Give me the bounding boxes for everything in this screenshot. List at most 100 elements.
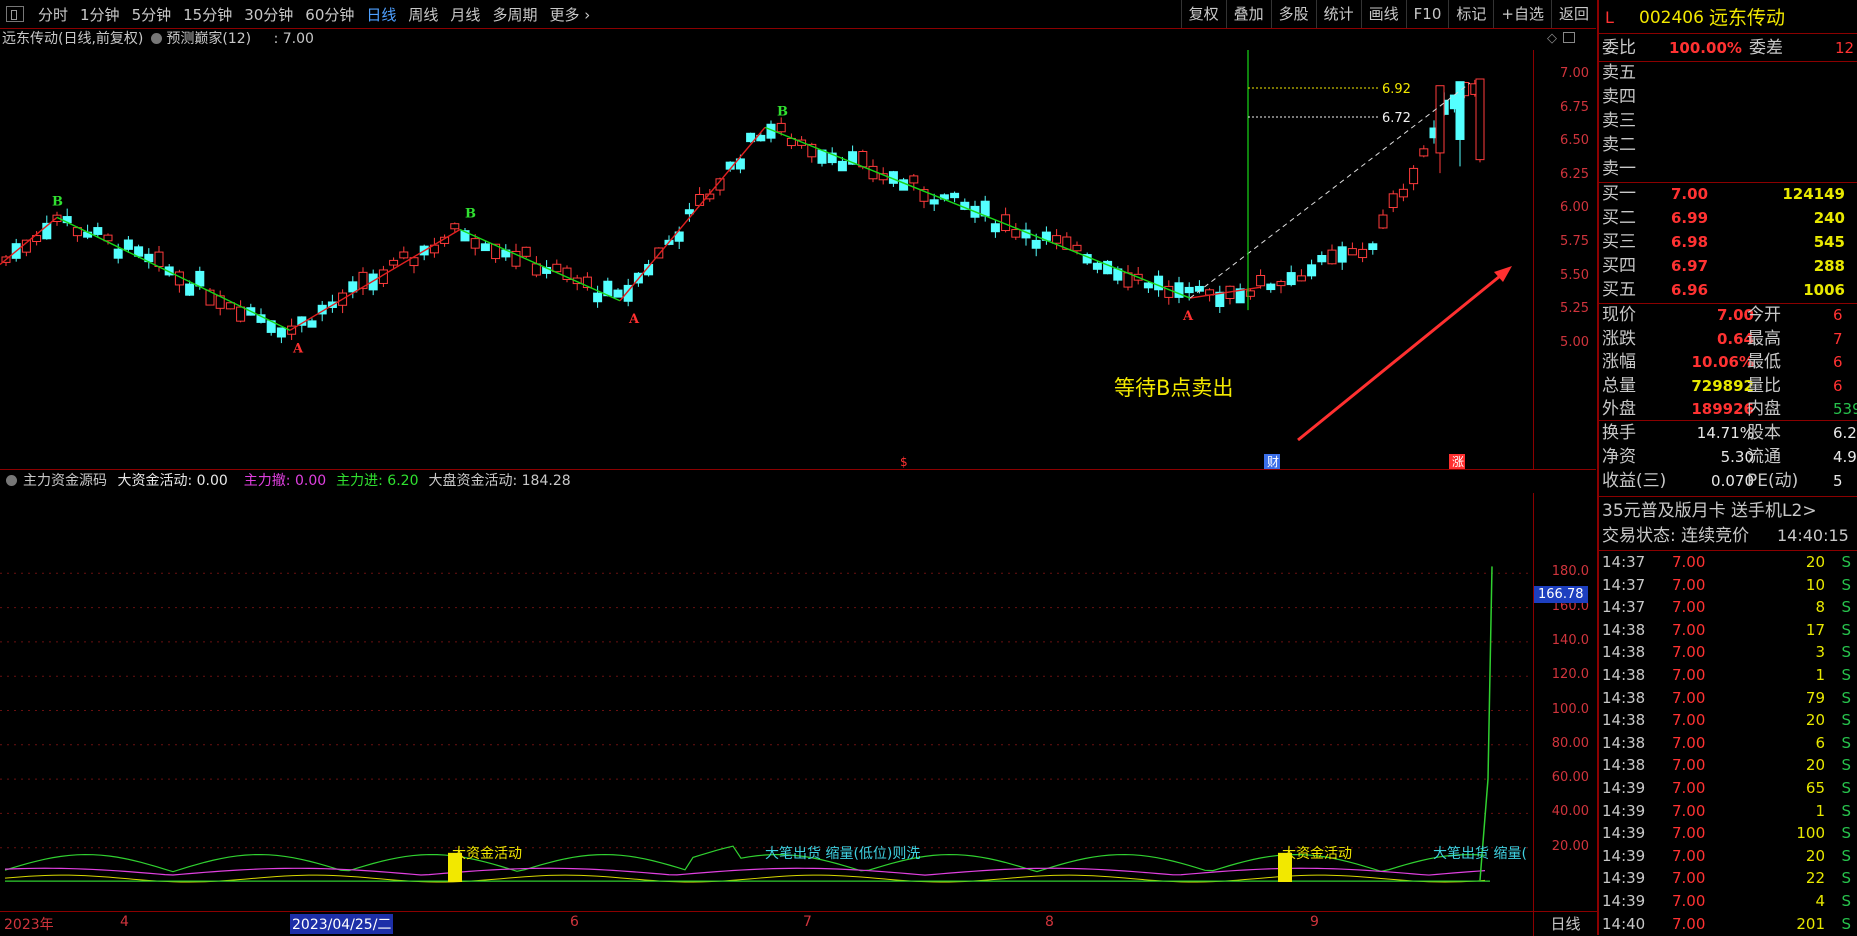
tab-8[interactable]: 月线 [444, 4, 486, 25]
quote-stat-row: 收益(三) 0.070 PE(动) 5 [1599, 470, 1857, 492]
stat-label: 外盘 [1602, 399, 1636, 419]
indicator-toggle-icon[interactable] [6, 475, 17, 486]
price-tick-label: 5.50 [1560, 267, 1589, 283]
tick-row: 14:37 7.00 10 S [1599, 574, 1857, 597]
tick-price: 7.00 [1672, 801, 1706, 820]
trend-segment [619, 126, 766, 302]
buy-level-label: 买二 [1602, 208, 1636, 228]
indicator-chart[interactable]: 大资金活动 大笔出货 缩量(低位)则洗 大资金活动 大笔出货 缩量( [0, 493, 1533, 911]
stat-label: 最高 [1747, 328, 1781, 349]
tick-time: 14:38 [1602, 756, 1646, 775]
tick-row: 14:38 7.00 17 S [1599, 619, 1857, 642]
period-toolbar: 分时 1分钟 5分钟 15分钟 30分钟 60分钟 日线 周线 月线 多周期 更多 › 复权 叠加 多股… [0, 0, 1596, 29]
tick-price: 7.00 [1672, 892, 1706, 910]
stat-label: 内盘 [1747, 399, 1781, 419]
candle [1307, 259, 1317, 280]
promo-link[interactable]: 35元普及版月卡 送手机L2> [1602, 499, 1817, 523]
tick-side: S [1841, 575, 1851, 594]
tick-row: 14:38 7.00 20 S [1599, 754, 1857, 777]
tick-volume: 100 [1796, 824, 1825, 843]
period-label[interactable]: 日线 [1533, 911, 1597, 936]
price-tick-label: 6.25 [1560, 166, 1589, 182]
stat-value: 6 [1833, 306, 1843, 324]
buy-level-volume: 240 [1813, 209, 1845, 227]
tick-volume: 6 [1815, 733, 1825, 752]
tick-time: 14:39 [1602, 869, 1646, 888]
date-axis: 2023年 4 2023/04/25/二 6 7 8 9 [0, 911, 1533, 936]
tab-2[interactable]: 5分钟 [126, 4, 178, 25]
tool-button-3[interactable]: 统计 [1315, 0, 1361, 28]
tab-3[interactable]: 15分钟 [177, 4, 238, 25]
tool-button-0[interactable]: 复权 [1180, 0, 1226, 28]
tab-1[interactable]: 1分钟 [74, 4, 126, 25]
tab-5[interactable]: 60分钟 [299, 4, 360, 25]
sell-level-label: 卖一 [1602, 159, 1636, 179]
buy-a-marker: A [628, 312, 640, 327]
tab-0[interactable]: 分时 [32, 4, 74, 25]
candle [144, 248, 154, 269]
restore-icon[interactable] [1563, 32, 1575, 43]
stat-value: 539 [1833, 400, 1857, 418]
annotation-text: 等待B点卖出 [1114, 376, 1233, 400]
event-badge[interactable]: 财 [1267, 455, 1279, 469]
tick-volume: 1 [1815, 666, 1825, 684]
tick-time: 14:37 [1602, 575, 1646, 594]
tool-button-7[interactable]: +自选 [1493, 0, 1551, 28]
candle [1337, 241, 1347, 270]
candle [1409, 165, 1419, 191]
trade-time: 14:40:15 [1777, 526, 1849, 545]
candle [1327, 244, 1337, 265]
market-mark: L [1605, 8, 1614, 27]
event-badge[interactable]: $ [900, 455, 908, 469]
date-label: 9 [1310, 914, 1319, 930]
tick-row: 14:38 7.00 1 S [1599, 664, 1857, 687]
stock-title: 远东传动(日线,前复权) [2, 31, 144, 47]
candle [623, 278, 633, 307]
tab-4[interactable]: 30分钟 [238, 4, 299, 25]
tick-time: 14:37 [1602, 598, 1646, 617]
indicator-name[interactable]: 预测巅家(12) [166, 31, 251, 47]
signal-annotation: 大资金活动 [452, 846, 522, 862]
tick-row: 14:39 7.00 4 S [1599, 890, 1857, 913]
price-tick-label: 6.50 [1560, 133, 1589, 149]
tool-button-8[interactable]: 返回 [1550, 0, 1596, 28]
tab-7[interactable]: 周线 [402, 4, 444, 25]
indicator-name[interactable]: 主力资金源码 [23, 473, 107, 489]
trend-segment [56, 216, 291, 331]
tick-row: 14:38 7.00 20 S [1599, 709, 1857, 732]
sell-level-row: 卖二 [1599, 134, 1857, 156]
tick-row: 14:37 7.00 20 S [1599, 551, 1857, 574]
price-chart[interactable]: 6.92 6.72 B B B A A A $ 财 涨 等待B点卖出 [0, 50, 1533, 470]
menu-icon[interactable] [6, 6, 24, 22]
indicator-item: 主力进: 6.20 [336, 473, 419, 489]
candle [1276, 279, 1286, 294]
indicator-item: 大资金活动: 0.00 [117, 473, 228, 489]
candle [1225, 285, 1235, 305]
candle [613, 288, 623, 298]
main-out-line [4, 867, 1486, 876]
stat-value: 6.2 [1833, 424, 1857, 442]
tick-volume: 3 [1815, 643, 1825, 662]
tab-10[interactable]: 更多 › [543, 4, 596, 25]
weibi-label: 委比 [1602, 38, 1636, 58]
tick-row: 14:39 7.00 20 S [1599, 845, 1857, 868]
tick-price: 7.00 [1672, 733, 1706, 752]
tab-9[interactable]: 多周期 [486, 4, 543, 25]
tool-button-2[interactable]: 多股 [1270, 0, 1316, 28]
candle [1317, 251, 1327, 266]
candle [1419, 145, 1429, 158]
tool-button-5[interactable]: F10 [1405, 0, 1449, 28]
tool-button-4[interactable]: 画线 [1360, 0, 1406, 28]
stock-name: 远东传动 [1709, 7, 1786, 29]
sell-b-marker: B [52, 194, 63, 209]
tick-side: S [1841, 914, 1851, 933]
event-badge[interactable]: 涨 [1452, 454, 1464, 469]
diamond-icon[interactable]: ◇ [1547, 31, 1557, 46]
indicator-toggle-icon[interactable] [151, 33, 163, 44]
indicator-axis: 180.0 160.0 140.0 120.0 100.0 80.00 60.00 40.00… [1533, 493, 1597, 911]
tick-time: 14:39 [1602, 779, 1646, 797]
tab-6[interactable]: 日线 [360, 4, 402, 25]
tool-button-6[interactable]: 标记 [1448, 0, 1493, 28]
tool-button-1[interactable]: 叠加 [1225, 0, 1271, 28]
tick-volume: 79 [1805, 688, 1825, 707]
